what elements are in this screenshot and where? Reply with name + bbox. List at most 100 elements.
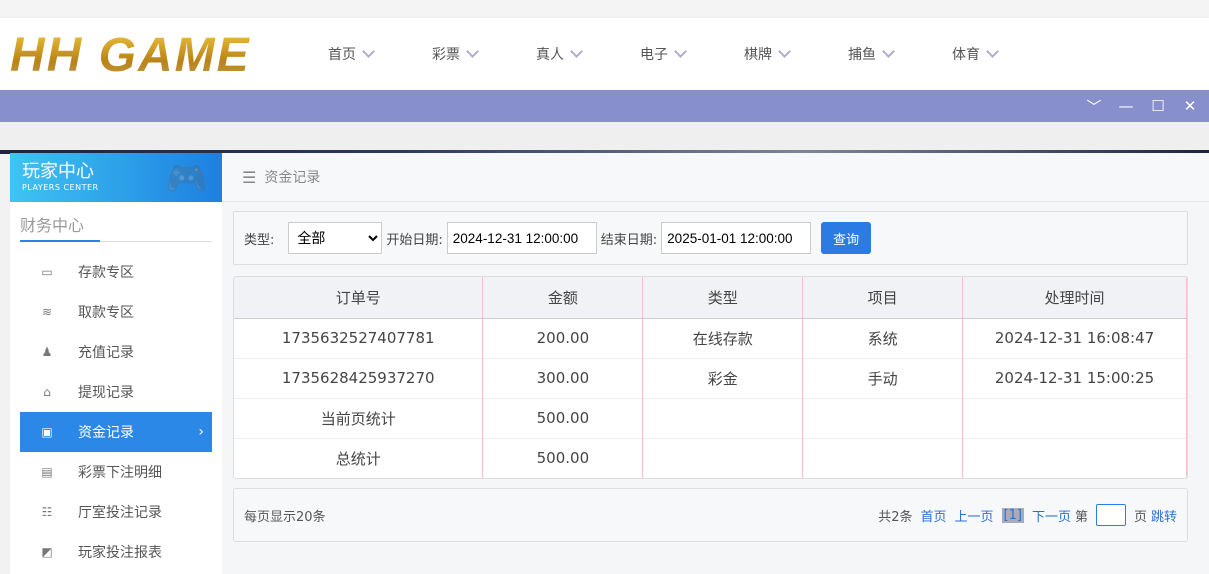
pagination: 每页显示20条 共2条 首页 上一页 [1] 下一页 第 页 跳转 (233, 488, 1188, 542)
table-cell: 手动 (802, 357, 964, 398)
table-cell: 1735632527407781 (234, 317, 484, 358)
per-page-text: 每页显示20条 (244, 509, 326, 525)
column-header[interactable]: 订单号 (234, 277, 484, 319)
funds-table: 订单号 金额 类型 项目 处理时间 1735632527407781 200.00 在线存款系… (233, 276, 1188, 479)
table-cell: 2024-12-31 16:08:47 (962, 317, 1187, 358)
type-label: 类型: (244, 232, 275, 248)
nav-label: 体育 (952, 47, 980, 63)
chevron-down-icon (882, 45, 895, 58)
sidebar-item[interactable]: ▤ 彩票下注明细 (20, 452, 212, 492)
sidebar-item[interactable]: ⌂ 提现记录 (20, 372, 212, 412)
end-date-input[interactable] (661, 222, 812, 254)
sidebar-item[interactable]: ◩ 玩家投注报表 (20, 532, 212, 572)
table-cell: 总统计 (234, 437, 484, 478)
prev-page-link[interactable]: 上一页 (955, 506, 994, 525)
bullet-list-icon: ☷ (41, 505, 53, 519)
end-date-label: 结束日期: (600, 232, 658, 248)
minimize-icon[interactable]: — (1117, 97, 1135, 115)
first-page-link[interactable]: 首页 (920, 506, 946, 525)
table-cell: 1735628425937270 (234, 357, 484, 398)
menu-icon[interactable]: ☰ (242, 168, 256, 187)
goto-suffix: 页 (1133, 509, 1147, 525)
nav-item[interactable]: 彩票 (432, 44, 536, 64)
table-row: 当前页统计 500.00 (234, 397, 1187, 438)
toolbar-gap (0, 122, 1209, 150)
nav-item[interactable]: 捕鱼 (848, 44, 952, 64)
list-icon: ▤ (41, 465, 53, 479)
sidebar-item[interactable]: ≋ 取款专区 (20, 292, 212, 332)
column-header[interactable]: 处理时间 (962, 277, 1187, 319)
column-header[interactable]: 类型 (642, 277, 804, 319)
sidebar-item-label: 提现记录 (78, 385, 134, 401)
chevron-down-icon (466, 45, 479, 58)
nav-label: 电子 (640, 47, 668, 63)
nav-item[interactable]: 体育 (952, 44, 1056, 64)
table-cell (962, 437, 1187, 478)
breadcrumb-current: 资金记录 (264, 170, 321, 186)
sidebar-item[interactable]: ▣ 资金记录 › (20, 412, 212, 452)
nav-item[interactable]: 电子 (640, 44, 744, 64)
table-row: 1735628425937270 300.00 彩金 手动 2024-12-31 15:… (234, 357, 1187, 398)
sidebar-item-label: 存款专区 (78, 265, 134, 281)
sidebar-item[interactable]: ▭ 存款专区 (20, 252, 212, 292)
chevron-down-icon (674, 45, 687, 58)
column-header[interactable]: 项目 (802, 277, 964, 319)
table-cell (962, 397, 1187, 438)
sidebar-item-label: 彩票下注明细 (78, 465, 162, 481)
table-cell: 当前页统计 (234, 397, 484, 438)
current-page: [1] (1001, 507, 1024, 523)
table-cell: 系统 (802, 317, 964, 358)
table-cell (642, 437, 804, 478)
table-cell (802, 437, 964, 478)
sidebar: 玩家中心 PLAYERS CENTER 🎮 财务中心 ▭ 存款专区 ≋ 取款专区 ♟ 充值… (10, 153, 222, 574)
query-button[interactable]: 查询 (821, 222, 872, 254)
main-nav: 首页 彩票 真人 电子 棋牌 捕鱼 体育 (328, 18, 1056, 90)
filter-bar: 类型: 全部 开始日期: 结束日期: 查询 (233, 211, 1188, 265)
table-cell: 500.00 (482, 397, 644, 438)
money-bag-icon: ♟ (41, 345, 53, 359)
table-cell (642, 397, 804, 438)
close-icon[interactable]: ✕ (1181, 97, 1199, 115)
next-page-link[interactable]: 下一页 (1032, 506, 1071, 525)
jump-button[interactable]: 跳转 (1151, 506, 1177, 525)
gamepad-icon: 🎮 (165, 159, 208, 199)
start-date-input[interactable] (446, 222, 597, 254)
sidebar-item-label: 玩家投注报表 (78, 545, 162, 561)
nav-label: 棋牌 (744, 47, 772, 63)
collapse-icon[interactable]: ﹀ (1085, 96, 1103, 117)
sidebar-section-title[interactable]: 财务中心 (20, 212, 212, 242)
sidebar-item[interactable]: ♟ 充值记录 (20, 332, 212, 372)
maximize-icon[interactable]: ☐ (1149, 97, 1167, 115)
nav-label: 真人 (536, 47, 564, 63)
chevron-down-icon (362, 45, 375, 58)
funds-icon: ▣ (41, 425, 53, 439)
table-cell: 在线存款 (642, 317, 804, 358)
goto-prefix: 第 (1074, 509, 1088, 525)
sidebar-header: 玩家中心 PLAYERS CENTER 🎮 (10, 153, 222, 202)
sidebar-item-label: 厅室投注记录 (78, 505, 162, 521)
table-cell: 500.00 (482, 437, 644, 478)
chevron-right-icon: › (198, 424, 204, 440)
page-number-input[interactable] (1095, 504, 1126, 526)
logo[interactable]: HH GAME (10, 22, 251, 88)
window-title-bar: ﹀ — ☐ ✕ (0, 90, 1209, 122)
nav-item[interactable]: 首页 (328, 44, 432, 64)
sidebar-item-label: 资金记录 (78, 425, 134, 441)
chevron-down-icon (778, 45, 791, 58)
chevron-down-icon (986, 45, 999, 58)
nav-item[interactable]: 棋牌 (744, 44, 848, 64)
nav-label: 捕鱼 (848, 47, 876, 63)
table-cell: 2024-12-31 15:00:25 (962, 357, 1187, 398)
chevron-down-icon (570, 45, 583, 58)
sidebar-item[interactable]: ☷ 厅室投注记录 (20, 492, 212, 532)
sidebar-item-label: 充值记录 (78, 345, 134, 361)
total-count: 共2条 (878, 509, 913, 525)
main-content: ☰ 资金记录 类型: 全部 开始日期: 结束日期: 查询 订单号金额类型项目处理… (222, 153, 1209, 574)
table-cell: 200.00 (482, 317, 644, 358)
type-select[interactable]: 全部 (288, 222, 383, 254)
start-date-label: 开始日期: (386, 232, 443, 248)
table-row: 1735632527407781 200.00 在线存款 系统 2024-12-31 1… (234, 317, 1187, 358)
nav-item[interactable]: 真人 (536, 44, 640, 64)
table-cell: 彩金 (642, 357, 804, 398)
column-header[interactable]: 金额 (482, 277, 644, 319)
